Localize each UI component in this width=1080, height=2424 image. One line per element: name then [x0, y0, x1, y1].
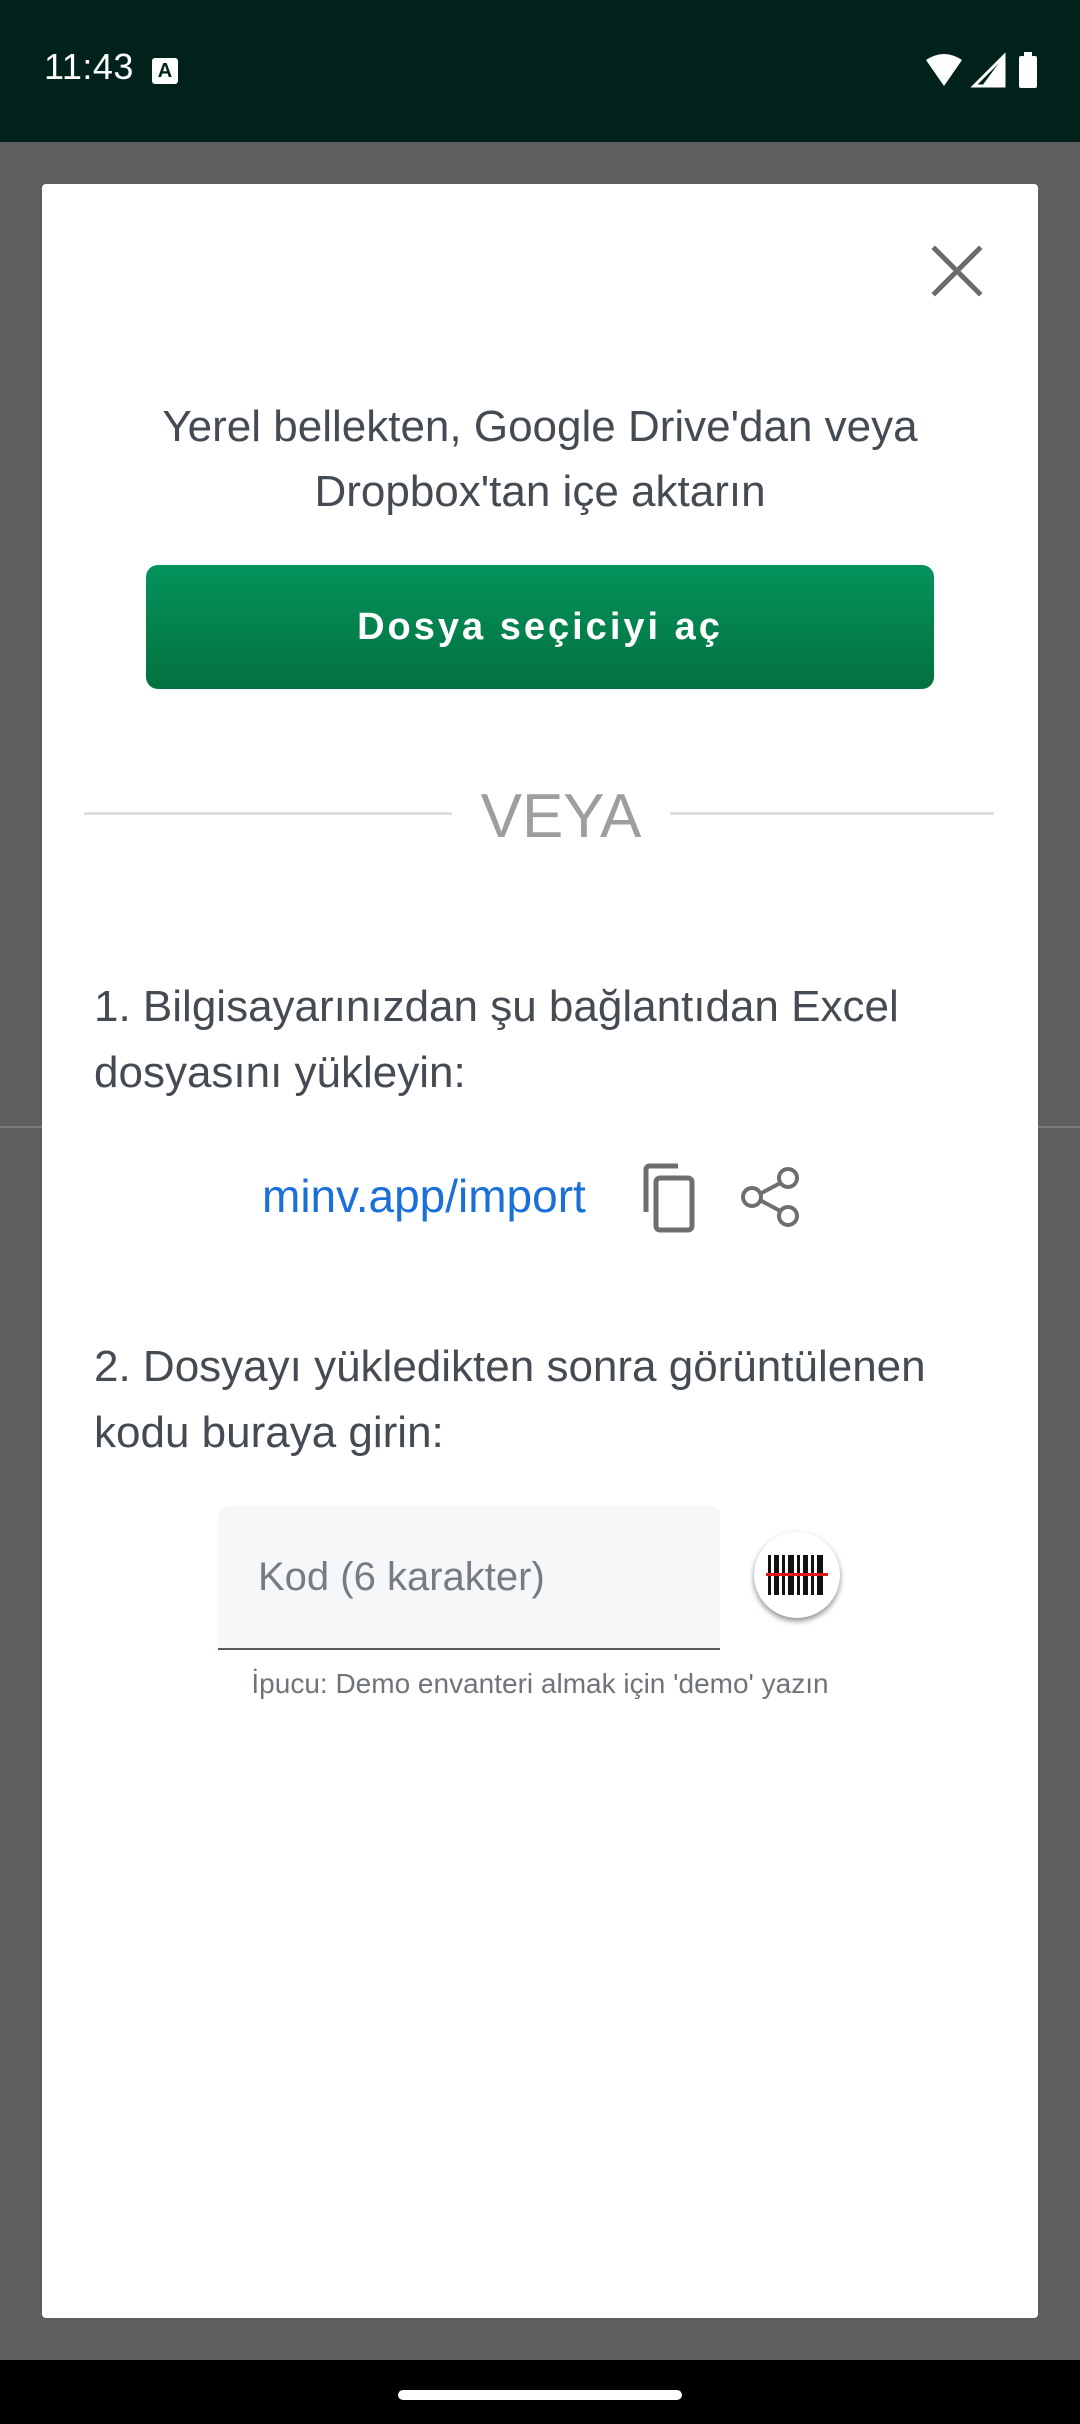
wifi-icon: [926, 54, 962, 86]
step1-instruction: 1. Bilgisayarınızdan şu bağlantıdan Exce…: [94, 982, 899, 1097]
status-time: 11:43: [44, 46, 134, 87]
close-icon: [931, 245, 983, 297]
import-dialog: Yerel bellekten, Google Drive'dan veya D…: [42, 184, 1038, 2318]
signal-icon: [970, 52, 1006, 88]
a-icon: A: [152, 58, 178, 84]
scan-barcode-button[interactable]: [754, 1532, 840, 1618]
or-divider-text: VEYA: [480, 782, 642, 851]
divider-line-left: [84, 812, 452, 815]
import-link[interactable]: minv.app/import: [262, 1168, 586, 1224]
navigation-bar: [0, 2360, 1080, 2424]
barcode-scan-icon: [766, 1555, 828, 1595]
divider-line-right: [670, 812, 994, 815]
status-bar: 11:43 A: [0, 0, 1080, 142]
step2-instruction: 2. Dosyayı yükledikten sonra görüntülene…: [94, 1342, 926, 1457]
status-icons: [924, 52, 1042, 92]
battery-icon: [1019, 52, 1037, 88]
code-input[interactable]: [218, 1506, 720, 1648]
close-button[interactable]: [922, 236, 992, 306]
open-file-picker-button[interactable]: Dosya seçiciyi aç: [146, 565, 934, 689]
copy-link-button[interactable]: [632, 1162, 706, 1236]
demo-hint-text: İpucu: Demo envanteri almak için 'demo' …: [251, 1668, 829, 1699]
share-link-button[interactable]: [736, 1162, 806, 1232]
import-intro-text: Yerel bellekten, Google Drive'dan veya D…: [162, 402, 918, 516]
code-field[interactable]: [218, 1506, 720, 1650]
home-gesture-handle[interactable]: [398, 2390, 682, 2400]
share-icon: [741, 1167, 799, 1227]
copy-icon: [643, 1163, 695, 1233]
